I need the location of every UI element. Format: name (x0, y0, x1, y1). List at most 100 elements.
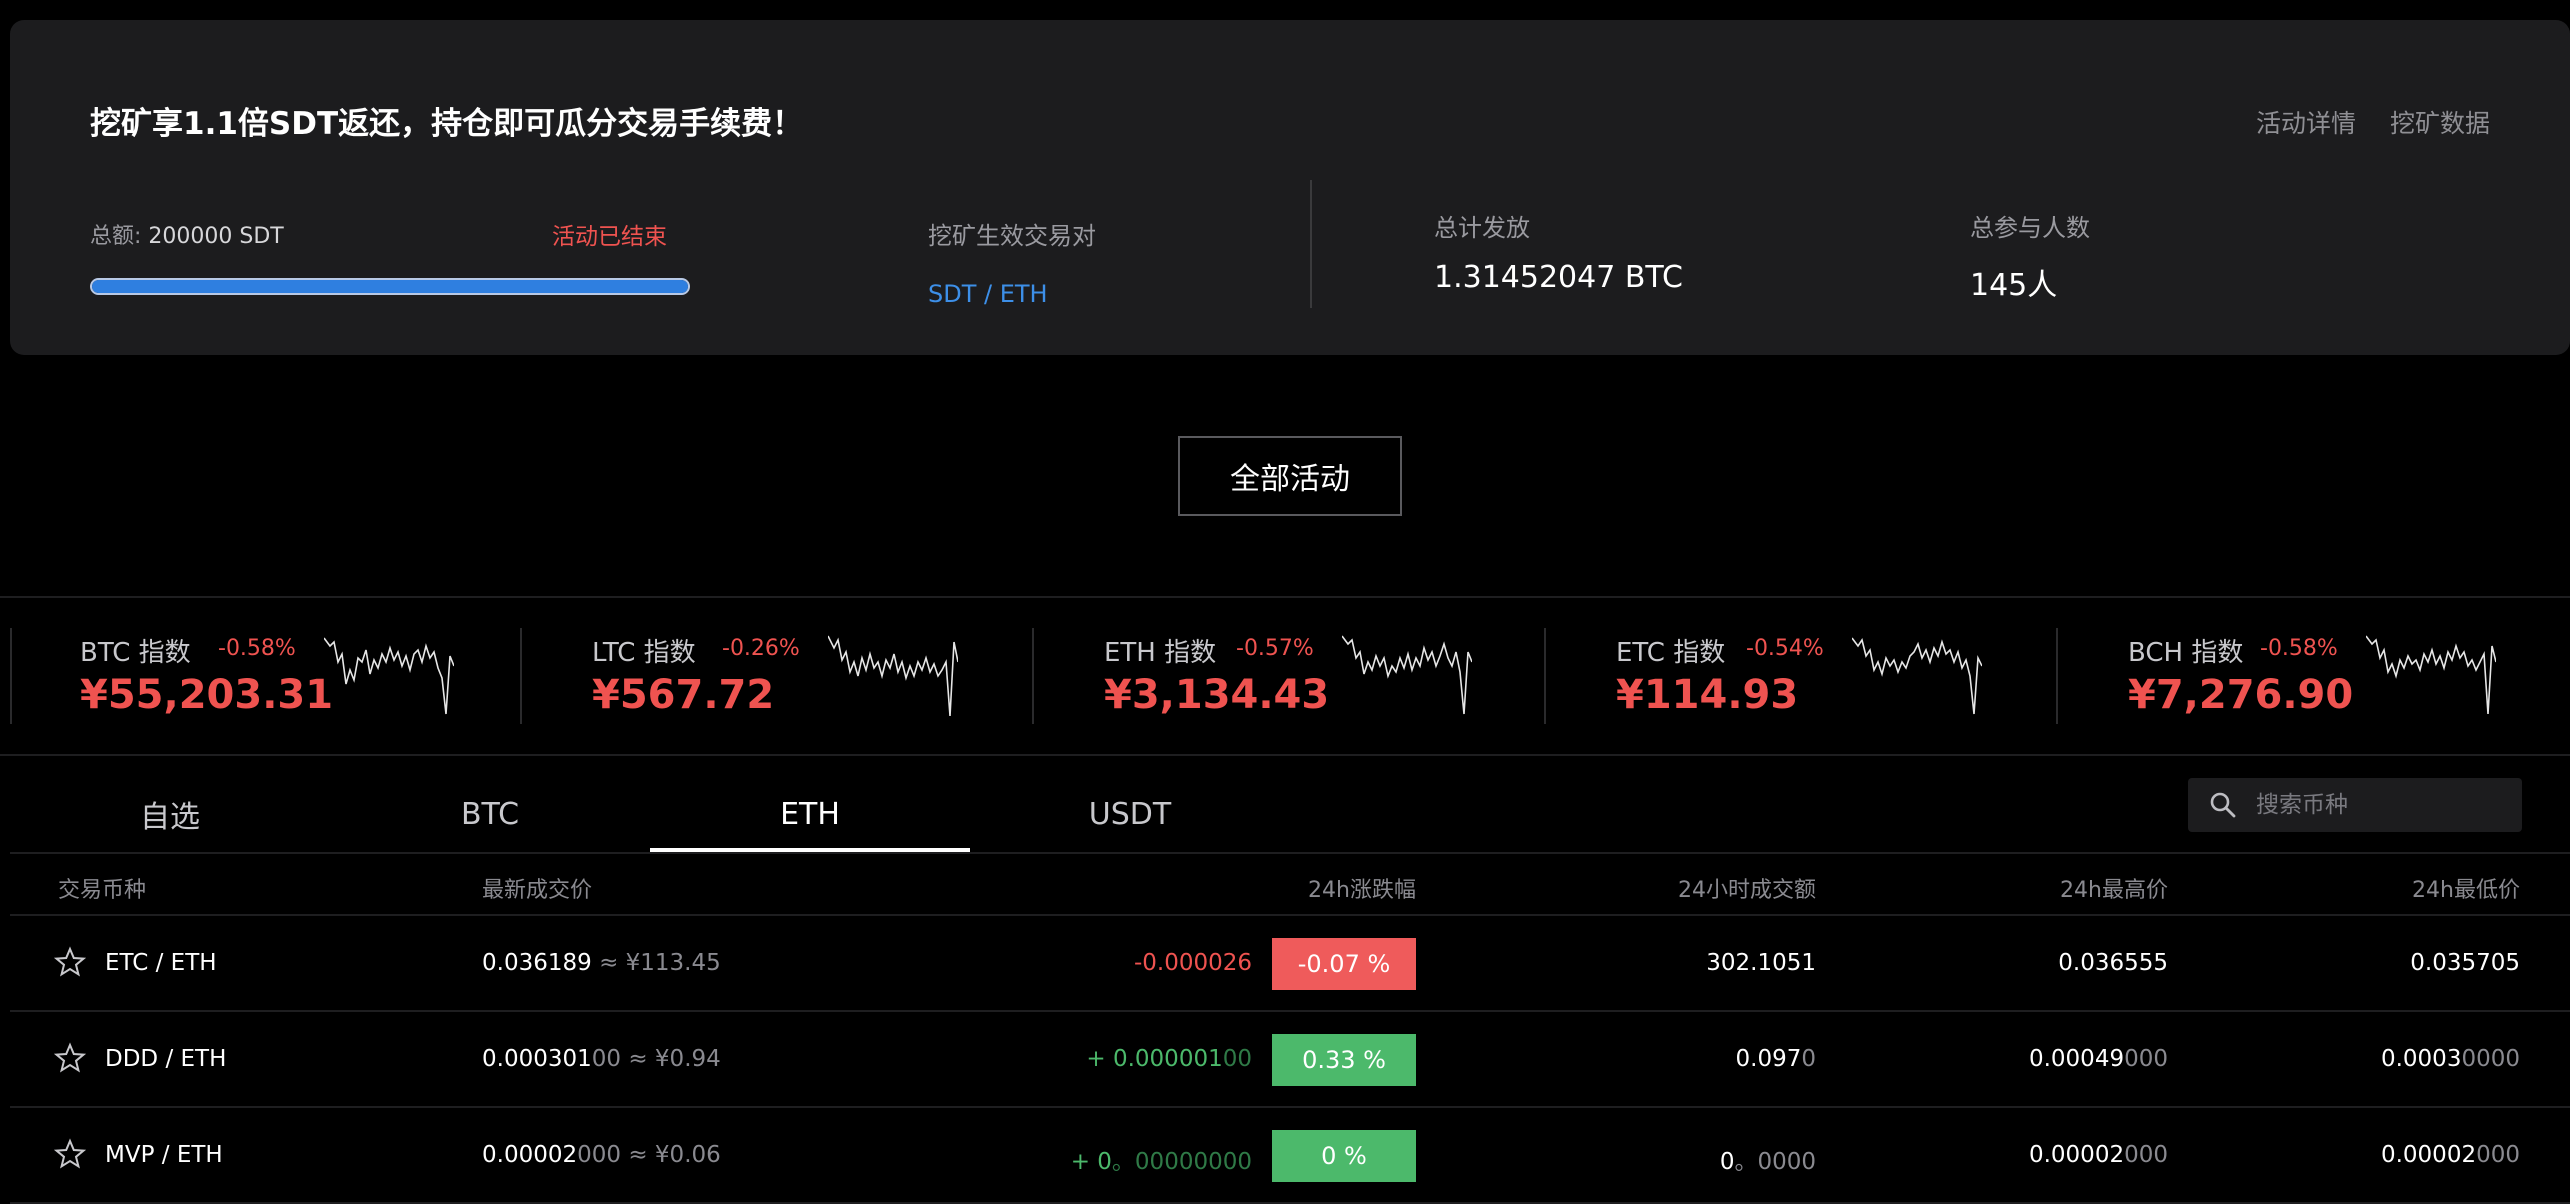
total-amount: 总额: 200000 SDT (90, 218, 284, 250)
tab-btc[interactable]: BTC (330, 776, 650, 852)
all-activities-button[interactable]: 全部活动 (1178, 436, 1402, 516)
high-value: 0.036555 (2058, 950, 2168, 976)
high-value: 0.00002 (2028, 1142, 2125, 1168)
total-amount-value: 200000 SDT (148, 224, 284, 249)
index-price: ¥567.72 (592, 672, 775, 718)
low-value: 0.00002 (2380, 1142, 2477, 1168)
row-volume: 0.0970 (1736, 1046, 1817, 1072)
index-ticker-strip: BTC 指数 -0.58% ¥55,203.31 LTC 指数 -0.26% ¥… (0, 596, 2570, 756)
change-abs-tail: 00 (1222, 1046, 1252, 1072)
row-low: 0.00002000 (2381, 1142, 2520, 1168)
row-volume: 302.1051 (1706, 950, 1816, 976)
index-sparkline (1852, 637, 1982, 715)
index-ticker-etc[interactable]: ETC 指数 -0.54% ¥114.93 (1536, 632, 2046, 724)
index-name: ETC 指数 (1616, 638, 1726, 668)
table-row[interactable]: MVP / ETH 0.00002000 ≈ ¥0.06 + 0。0000000… (10, 1108, 2570, 1204)
header-24h-low[interactable]: 24h最低价 (2412, 872, 2520, 904)
row-last-price: 0.00030100 ≈ ¥0.94 (482, 1046, 721, 1072)
price-tail: 00 (591, 1046, 622, 1072)
row-low: 0.035705 (2410, 950, 2520, 976)
tab-eth[interactable]: ETH (650, 776, 970, 852)
row-pair[interactable]: ETC / ETH (105, 950, 217, 976)
row-last-price: 0.036189 ≈ ¥113.45 (482, 950, 721, 976)
index-name: ETH 指数 (1104, 638, 1217, 668)
row-last-price: 0.00002000 ≈ ¥0.06 (482, 1142, 721, 1168)
header-24h-high[interactable]: 24h最高价 (2060, 872, 2168, 904)
volume-value: 0.097 (1735, 1046, 1802, 1072)
price-value: 0.00002 (482, 1142, 578, 1168)
row-high: 0.00002000 (2029, 1142, 2168, 1168)
index-ticker-btc[interactable]: BTC 指数 -0.58% ¥55,203.31 (0, 632, 510, 724)
row-change-abs: -0.000026 (1134, 950, 1252, 976)
activity-card: 挖矿享1.1倍SDT返还，持仓即可瓜分交易手续费！ 活动详情 挖矿数据 总额: … (10, 20, 2570, 355)
high-value: 0.00049 (2028, 1046, 2125, 1072)
index-sparkline (2366, 635, 2496, 715)
row-pair[interactable]: DDD / ETH (105, 1046, 226, 1072)
row-low: 0.00030000 (2381, 1046, 2520, 1072)
participants-label: 总参与人数 (1970, 214, 2090, 242)
index-name: LTC 指数 (592, 638, 696, 668)
favorite-star-icon[interactable] (54, 1138, 86, 1170)
card-divider (1310, 180, 1312, 308)
mining-data-link[interactable]: 挖矿数据 (2390, 104, 2490, 140)
total-amount-label: 总额: (90, 224, 142, 249)
distributed-label: 总计发放 (1434, 214, 1530, 242)
activity-progress-bar (90, 278, 690, 295)
search-icon (2210, 792, 2236, 818)
low-tail: 000 (2476, 1142, 2520, 1168)
low-value: 0.035705 (2410, 950, 2520, 976)
change-abs-value: -0.000026 (1133, 950, 1252, 976)
tab-usdt[interactable]: USDT (970, 776, 1290, 852)
activity-title: 挖矿享1.1倍SDT返还，持仓即可瓜分交易手续费！ (90, 106, 804, 142)
activity-links: 活动详情 挖矿数据 (2256, 104, 2490, 140)
index-ticker-bch[interactable]: BCH 指数 -0.58% ¥7,276.90 (2048, 632, 2558, 724)
index-change: -0.26% (722, 636, 800, 661)
row-pair[interactable]: MVP / ETH (105, 1142, 223, 1168)
index-sparkline (1342, 635, 1472, 715)
high-tail: 000 (2124, 1142, 2168, 1168)
market-tabs: 自选 BTC ETH USDT (10, 776, 1290, 852)
activity-status: 活动已结束 (552, 224, 667, 250)
favorite-star-icon[interactable] (54, 946, 86, 978)
index-change: -0.58% (2260, 636, 2338, 661)
row-change-abs: + 0.00000100 (1086, 1046, 1252, 1072)
change-percent-badge: -0.07 % (1272, 938, 1416, 990)
index-price: ¥55,203.31 (80, 672, 334, 718)
change-abs-value: + 0 (1070, 1149, 1112, 1175)
header-24h-volume[interactable]: 24小时成交额 (1678, 872, 1816, 904)
volume-tail: 。0000 (1734, 1149, 1816, 1175)
header-pair: 交易币种 (58, 878, 147, 903)
activity-progress-fill (92, 280, 688, 293)
row-high: 0.036555 (2058, 950, 2168, 976)
index-ticker-eth[interactable]: ETH 指数 -0.57% ¥3,134.43 (1024, 632, 1534, 724)
change-abs-tail: 。00000000 (1111, 1149, 1252, 1175)
index-change: -0.58% (218, 636, 296, 661)
price-value: 0.036189 (482, 950, 592, 976)
index-price: ¥3,134.43 (1104, 672, 1330, 718)
activity-details-link[interactable]: 活动详情 (2256, 104, 2356, 140)
index-name: BTC 指数 (80, 638, 191, 668)
favorite-star-icon[interactable] (54, 1042, 86, 1074)
search-input[interactable] (2256, 792, 2506, 818)
table-row[interactable]: DDD / ETH 0.00030100 ≈ ¥0.94 + 0.0000010… (10, 1012, 2570, 1108)
row-high: 0.00049000 (2029, 1046, 2168, 1072)
table-row[interactable]: ETC / ETH 0.036189 ≈ ¥113.45 -0.000026 -… (10, 916, 2570, 1012)
tab-favorites[interactable]: 自选 (10, 776, 330, 852)
mining-pair-link[interactable]: SDT / ETH (928, 280, 1048, 308)
index-sparkline (324, 637, 454, 715)
participants-value: 145人 (1970, 268, 2058, 303)
volume-value: 0 (1719, 1149, 1735, 1175)
volume-value: 302.1051 (1706, 950, 1816, 976)
price-cny: ≈ ¥113.45 (599, 950, 721, 976)
index-ticker-ltc[interactable]: LTC 指数 -0.26% ¥567.72 (512, 632, 1022, 724)
row-change-abs: + 0。00000000 (1071, 1142, 1252, 1176)
change-percent-badge: 0.33 % (1272, 1034, 1416, 1086)
low-tail: 0000 (2461, 1046, 2520, 1072)
header-24h-change[interactable]: 24h涨跌幅 (1308, 872, 1416, 904)
change-abs-value: + 0.000001 (1086, 1046, 1223, 1072)
index-price: ¥7,276.90 (2128, 672, 2354, 718)
price-tail: 000 (577, 1142, 622, 1168)
index-change: -0.57% (1236, 636, 1314, 661)
market-table-header: 交易币种 最新成交价 24h涨跌幅 24小时成交额 24h最高价 24h最低价 (10, 854, 2570, 916)
volume-tail: 0 (1801, 1046, 1816, 1072)
